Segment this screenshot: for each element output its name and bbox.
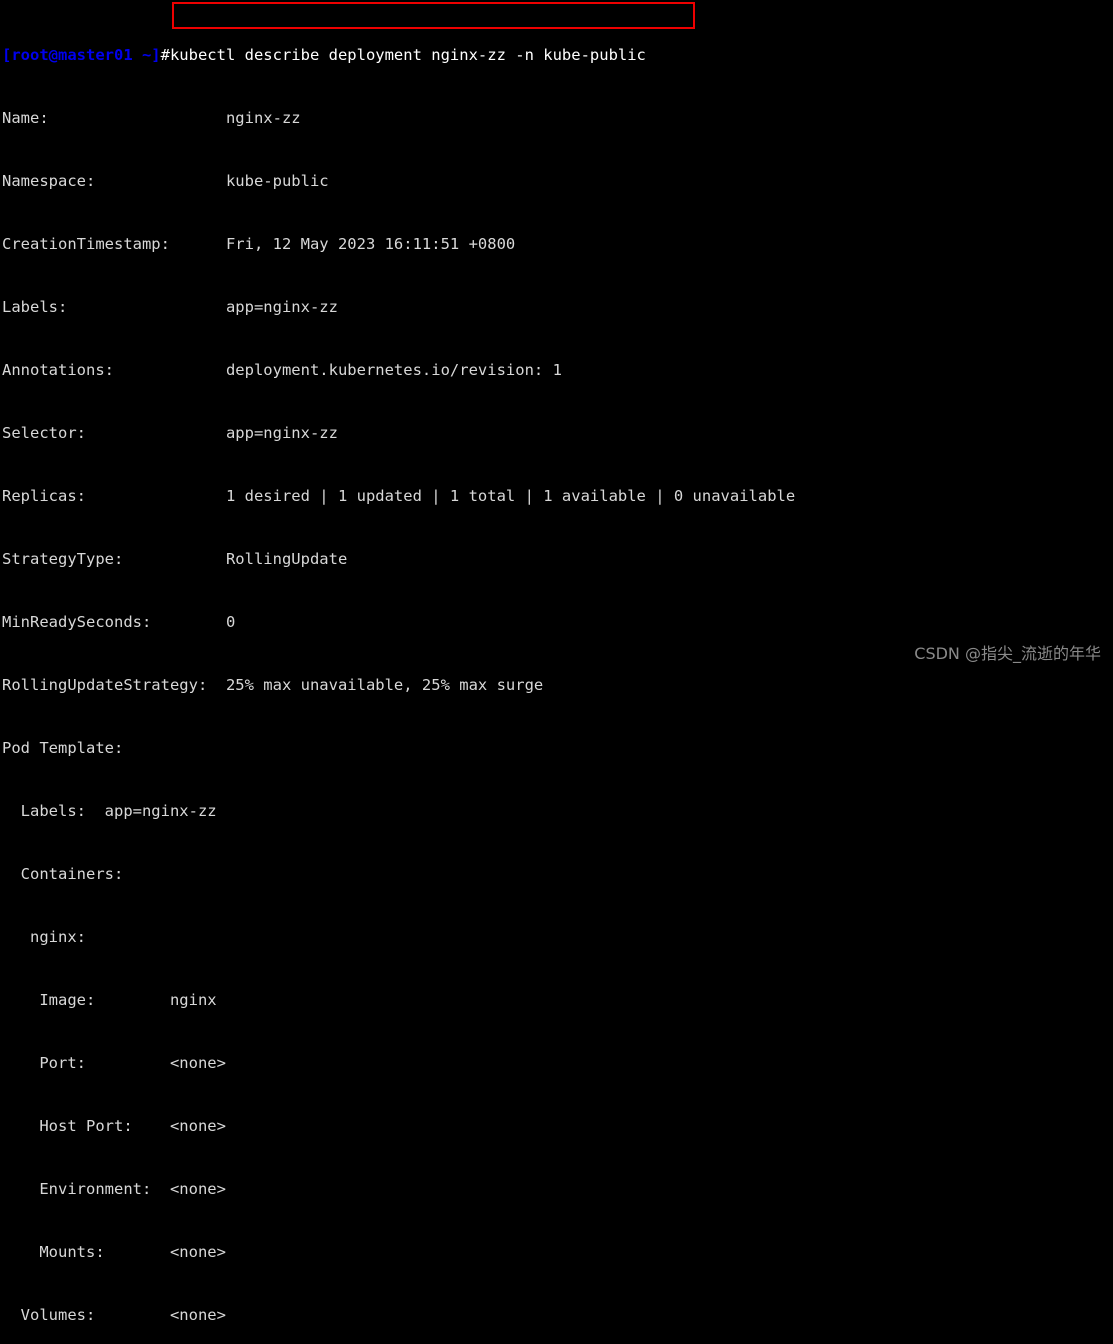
- output-line: Labels: app=nginx-zz: [2, 802, 217, 820]
- terminal-output: [root@master01 ~]#kubectl describe deplo…: [2, 3, 795, 1344]
- output-line: Host Port: <none>: [2, 1117, 226, 1135]
- output-line: Labels: app=nginx-zz: [2, 298, 338, 316]
- output-line: Selector: app=nginx-zz: [2, 424, 338, 442]
- output-line: nginx:: [2, 928, 86, 946]
- output-line: Port: <none>: [2, 1054, 226, 1072]
- output-line: Name: nginx-zz: [2, 109, 301, 127]
- output-line: Namespace: kube-public: [2, 172, 329, 190]
- output-line: Pod Template:: [2, 739, 124, 757]
- output-line: CreationTimestamp: Fri, 12 May 2023 16:1…: [2, 235, 516, 253]
- output-line: Replicas: 1 desired | 1 updated | 1 tota…: [2, 487, 796, 505]
- output-line: Environment: <none>: [2, 1180, 226, 1198]
- shell-prompt: [root@master01 ~]: [2, 46, 161, 64]
- output-line: Annotations: deployment.kubernetes.io/re…: [2, 361, 562, 379]
- watermark: CSDN @指尖_流逝的年华: [914, 644, 1101, 663]
- output-line: MinReadySeconds: 0: [2, 613, 236, 631]
- command-line: [root@master01 ~]#kubectl describe deplo…: [2, 45, 795, 66]
- output-line: Containers:: [2, 865, 124, 883]
- terminal-window[interactable]: [root@master01 ~]#kubectl describe deplo…: [0, 0, 1113, 1324]
- output-line: RollingUpdateStrategy: 25% max unavailab…: [2, 676, 544, 694]
- output-line: Volumes: <none>: [2, 1306, 226, 1324]
- output-line: Mounts: <none>: [2, 1243, 226, 1261]
- command-text: #kubectl describe deployment nginx-zz -n…: [160, 46, 646, 64]
- output-line: StrategyType: RollingUpdate: [2, 550, 348, 568]
- output-line: Image: nginx: [2, 991, 217, 1009]
